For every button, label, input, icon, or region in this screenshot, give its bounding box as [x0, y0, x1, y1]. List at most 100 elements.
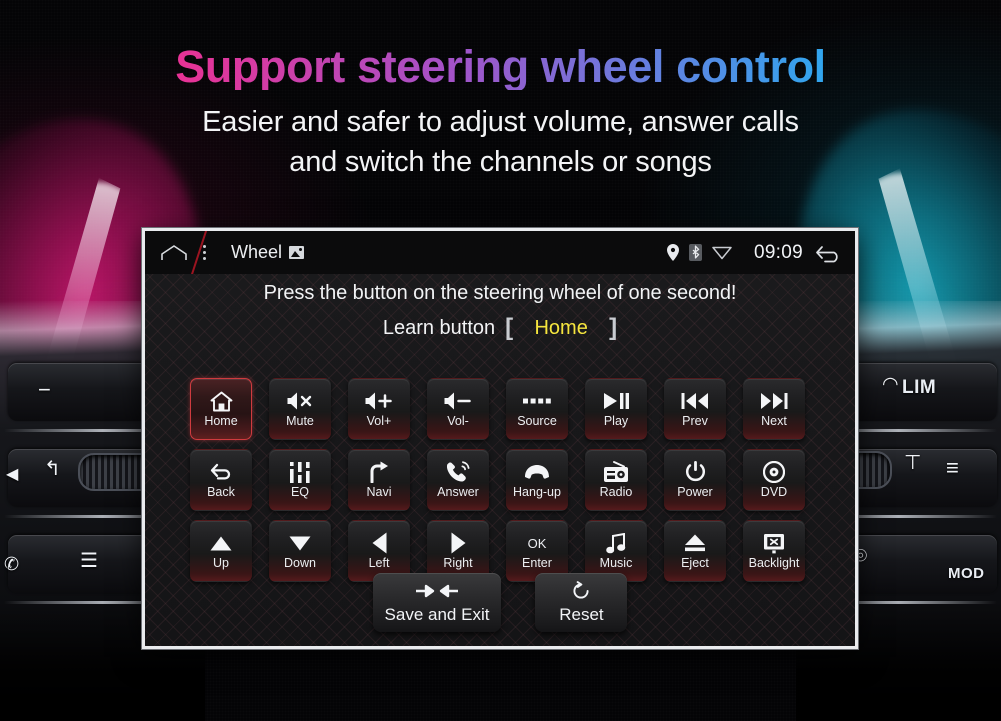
function-key-grid: Home Mute Vol+ Vol- Source Play Prev Next Back EQ… [190, 378, 805, 582]
key-label: Play [603, 414, 629, 429]
triangle-up-icon [210, 531, 232, 555]
key-back[interactable]: Back [190, 449, 252, 511]
key-next[interactable]: Next [743, 378, 805, 440]
eject-icon [684, 531, 706, 555]
key-vol-[interactable]: Vol- [427, 378, 489, 440]
head-unit-device: Wheel 09:09 Press the button on the stee… [142, 228, 858, 649]
clock-glyph: ◠ [882, 374, 899, 395]
source-dots-icon [523, 389, 551, 413]
bracket-close: ] [609, 314, 618, 341]
photo-label-mode: MOD [948, 565, 985, 582]
play-pause-icon [603, 389, 630, 413]
page-title: Support steering wheel control [0, 43, 1001, 91]
key-label: EQ [290, 485, 310, 500]
key-prev[interactable]: Prev [664, 378, 726, 440]
key-eq[interactable]: EQ [269, 449, 331, 511]
curved-arrow-glyph: ↰ [44, 458, 61, 480]
seat-adjust-glyph: ⊤ [904, 452, 922, 474]
bracket-open: [ [505, 314, 514, 341]
key-label: Power [677, 485, 713, 500]
key-label: Back [207, 485, 235, 500]
image-icon [289, 246, 305, 259]
save-and-exit-button[interactable]: Save and Exit [372, 573, 502, 632]
home-icon [210, 389, 233, 413]
wifi-icon [712, 245, 732, 260]
instruction-text: Press the button on the steering wheel o… [263, 282, 737, 304]
triangle-right-icon [451, 531, 466, 555]
minus-glyph: − [38, 377, 51, 402]
list-glyph: ☰ [80, 550, 98, 572]
save-exit-arrows-icon [414, 581, 460, 601]
phone-answer-icon [445, 460, 471, 484]
key-label: Source [517, 414, 557, 429]
key-play[interactable]: Play [585, 378, 647, 440]
music-note-icon [606, 531, 626, 555]
key-source[interactable]: Source [506, 378, 568, 440]
key-dvd[interactable]: DVD [743, 449, 805, 511]
reset-label: Reset [559, 605, 604, 624]
key-label: DVD [760, 485, 788, 500]
volume-down-icon [443, 389, 473, 413]
app-title-label: Wheel [231, 242, 283, 262]
radio-icon [603, 460, 629, 484]
key-label: Up [213, 556, 229, 571]
subtitle-line-2: and switch the channels or songs [289, 146, 712, 179]
reset-button[interactable]: Reset [535, 573, 628, 632]
key-label: Radio [599, 485, 633, 500]
phone-glyph: ✆ [4, 554, 20, 574]
key-label: Navi [366, 485, 392, 500]
key-home[interactable]: Home [190, 378, 252, 440]
screen-off-icon [763, 531, 785, 555]
key-label: Backlight [748, 556, 800, 571]
key-radio[interactable]: Radio [585, 449, 647, 511]
key-label: Next [761, 414, 787, 429]
save-and-exit-label: Save and Exit [384, 605, 490, 624]
reset-circular-arrow-icon [571, 581, 591, 601]
headline-block: Support steering wheel control Easier an… [0, 43, 1001, 182]
learn-button-label: Learn button [382, 316, 496, 339]
key-mute[interactable]: Mute [269, 378, 331, 440]
overflow-menu-icon[interactable] [191, 245, 217, 260]
key-power[interactable]: Power [664, 449, 726, 511]
bluetooth-icon [688, 244, 702, 261]
next-track-icon [760, 389, 788, 413]
volume-up-icon [364, 389, 394, 413]
key-label: Right [443, 556, 473, 571]
key-label: Vol+ [366, 414, 392, 429]
turn-right-icon [367, 460, 391, 484]
key-label: Prev [682, 414, 708, 429]
key-label: Eject [681, 556, 709, 571]
key-label: Hang-up [513, 485, 561, 500]
key-label: Mute [286, 414, 314, 429]
home-icon[interactable] [157, 244, 191, 261]
page-subtitle: Easier and safer to adjust volume, answe… [0, 102, 1001, 182]
head-unit-screen: Wheel 09:09 Press the button on the stee… [145, 231, 855, 646]
key-navi[interactable]: Navi [348, 449, 410, 511]
left-arrow-glyph: ◀ [6, 466, 19, 483]
triangle-left-icon [372, 531, 387, 555]
triangle-down-icon [289, 531, 311, 555]
back-arrow-icon[interactable] [813, 243, 843, 263]
previous-track-icon [681, 389, 709, 413]
key-label: Down [284, 556, 316, 571]
back-arrow-icon [209, 460, 233, 484]
clock-time: 09:09 [753, 241, 803, 263]
power-icon [685, 460, 706, 484]
page-root: − + ◀ ↰ ✆ ☰ ES NCEL LIM ◠ ⊤ ≡ ⌾ MOD Supp… [0, 0, 1001, 721]
learn-button-row: Learn button [ Home ] [145, 314, 855, 342]
speaker-mute-icon [286, 389, 314, 413]
equalizer-icon [289, 460, 311, 484]
subtitle-line-1: Easier and safer to adjust volume, answe… [202, 106, 799, 139]
key-answer[interactable]: Answer [427, 449, 489, 511]
learn-button-value: Home [534, 316, 588, 339]
key-label: Enter [522, 556, 552, 571]
key-label: Answer [437, 485, 479, 500]
key-label: Vol- [447, 414, 469, 429]
app-title: Wheel [231, 242, 305, 263]
disc-icon [763, 460, 785, 484]
key-hang-up[interactable]: Hang-up [506, 449, 568, 511]
action-button-row: Save and Exit Reset [145, 573, 855, 632]
location-pin-icon [666, 244, 679, 261]
phone-hangup-icon [523, 460, 551, 484]
key-vol-[interactable]: Vol+ [348, 378, 410, 440]
